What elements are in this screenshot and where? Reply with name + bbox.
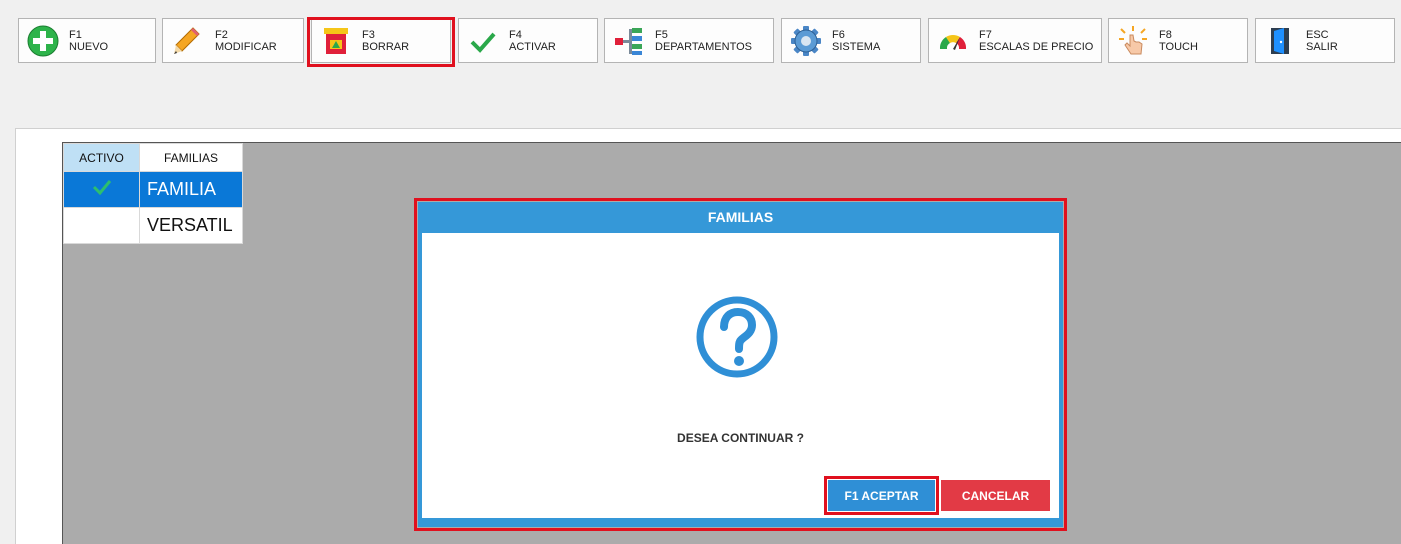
sistema-key: F6 <box>832 29 845 41</box>
trash-bin-icon <box>324 28 348 54</box>
nuevo-key: F1 <box>69 29 82 41</box>
touch-label: TOUCH <box>1159 41 1198 53</box>
activo-cell[interactable] <box>63 171 140 208</box>
gauge-icon <box>939 34 967 50</box>
touch-button[interactable]: F8 TOUCH <box>1108 18 1248 63</box>
departamentos-key: F5 <box>655 29 668 41</box>
column-header-familias[interactable]: FAMILIAS <box>139 143 243 172</box>
salir-button[interactable]: ESC SALIR <box>1255 18 1395 63</box>
activar-button[interactable]: F4 ACTIVAR <box>458 18 598 63</box>
exit-door-icon <box>1271 28 1289 54</box>
activar-label: ACTIVAR <box>509 41 556 53</box>
nuevo-button[interactable]: F1 NUEVO <box>18 18 156 63</box>
modificar-button[interactable]: F2 MODIFICAR <box>162 18 304 63</box>
escalas-button[interactable]: F7 ESCALAS DE PRECIO <box>928 18 1102 63</box>
plus-circle-icon <box>27 25 59 57</box>
activar-key: F4 <box>509 29 522 41</box>
question-circle-icon <box>696 296 778 378</box>
pencil-icon <box>174 27 200 54</box>
accept-button[interactable]: F1 ACEPTAR <box>828 480 935 511</box>
familia-cell[interactable]: VERSATIL <box>139 207 243 244</box>
sistema-label: SISTEMA <box>832 41 881 53</box>
sistema-button[interactable]: F6 SISTEMA <box>781 18 921 63</box>
checkmark-icon <box>470 32 496 53</box>
departamentos-button[interactable]: F5 DEPARTAMENTOS <box>604 18 774 63</box>
modificar-label: MODIFICAR <box>215 41 277 53</box>
dialog-body: DESEA CONTINUAR ? <box>422 233 1059 518</box>
salir-label: SALIR <box>1306 41 1338 53</box>
table-row[interactable]: FAMILIA <box>63 171 243 208</box>
dialog-title: FAMILIAS <box>707 209 774 225</box>
salir-key: ESC <box>1306 29 1329 41</box>
nuevo-label: NUEVO <box>69 41 109 53</box>
borrar-button[interactable]: F3 BORRAR <box>311 18 451 63</box>
modificar-key: F2 <box>215 29 228 41</box>
departamentos-label: DEPARTAMENTOS <box>655 41 752 53</box>
familias-grid: ACTIVO FAMILIAS FAMILIA VERSATIL <box>63 143 243 244</box>
confirm-dialog: FAMILIAS DESEA CONTINUAR ? <box>418 202 1063 527</box>
touch-hand-icon <box>1119 26 1147 55</box>
table-row[interactable]: VERSATIL <box>63 207 243 244</box>
check-icon <box>92 180 111 196</box>
touch-key: F8 <box>1159 29 1172 41</box>
escalas-label: ESCALAS DE PRECIO <box>979 41 1094 53</box>
activo-cell[interactable] <box>63 207 140 244</box>
hierarchy-icon <box>615 28 642 55</box>
gear-icon <box>791 26 821 56</box>
borrar-key: F3 <box>362 29 375 41</box>
cancel-button[interactable]: CANCELAR <box>941 480 1050 511</box>
familia-cell[interactable]: FAMILIA <box>139 171 243 208</box>
escalas-key: F7 <box>979 29 992 41</box>
dialog-message: DESEA CONTINUAR ? <box>677 431 804 445</box>
column-header-activo[interactable]: ACTIVO <box>63 143 140 172</box>
borrar-label: BORRAR <box>362 41 410 53</box>
